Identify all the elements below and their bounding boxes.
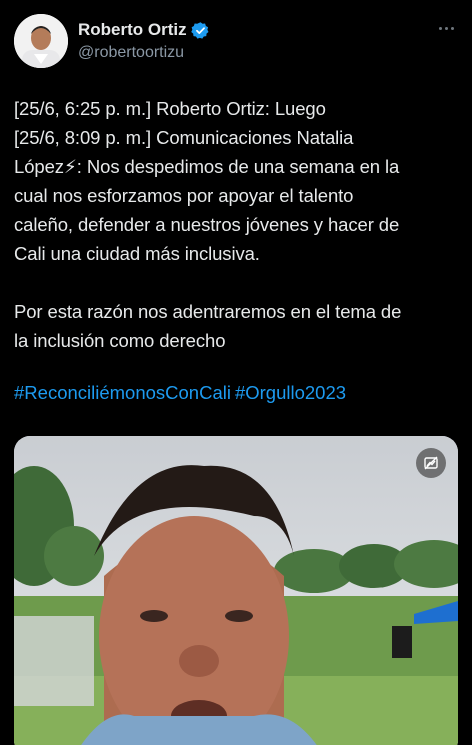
tweet-line: Cali una ciudad más inclusiva. <box>14 243 260 264</box>
hashtag-link[interactable]: #ReconciliémonosConCali <box>14 382 231 403</box>
tweet-line: López⚡: Nos despedimos de una semana en … <box>14 156 400 177</box>
tweet-line: cual nos esforzamos por apoyar el talent… <box>14 185 354 206</box>
video-frame <box>14 436 458 745</box>
tweet-text: [25/6, 6:25 p. m.] Roberto Ortiz: Luego … <box>14 94 462 355</box>
verified-badge-icon <box>190 21 209 39</box>
tweet-media[interactable] <box>14 436 458 745</box>
author-name[interactable]: Roberto Ortiz <box>78 20 187 40</box>
author-name-row[interactable]: Roberto Ortiz <box>78 20 210 40</box>
hashtags: #ReconciliémonosConCali #Orgullo2023 <box>14 378 346 407</box>
tweet-line: [25/6, 8:09 p. m.] Comunicaciones Natali… <box>14 127 354 148</box>
tweet-header: Roberto Ortiz @robertoortizu <box>14 14 458 70</box>
tweet-line: la inclusión como derecho <box>14 330 226 351</box>
content-warning-icon[interactable] <box>416 448 446 478</box>
hashtag-link[interactable]: #Orgullo2023 <box>235 382 346 403</box>
tweet-line: Por esta razón nos adentraremos en el te… <box>14 301 402 322</box>
author-handle[interactable]: @robertoortizu <box>78 44 184 62</box>
avatar-image <box>14 14 68 68</box>
content-warning-glyph <box>424 456 438 470</box>
avatar[interactable] <box>14 14 68 68</box>
more-icon[interactable] <box>434 18 458 38</box>
tweet-line: [25/6, 6:25 p. m.] Roberto Ortiz: Luego <box>14 98 326 119</box>
tweet-line: caleño, defender a nuestros jóvenes y ha… <box>14 214 400 235</box>
